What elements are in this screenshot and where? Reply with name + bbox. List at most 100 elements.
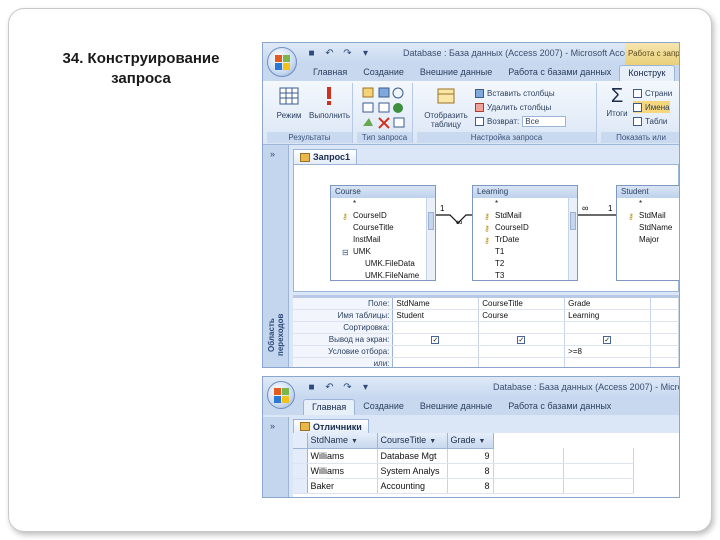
save-icon[interactable]: ■ <box>305 381 318 394</box>
tab-design[interactable]: Конструк <box>619 65 675 81</box>
table-row[interactable]: Williams System Analys 8 <box>293 463 634 479</box>
grid-cell-field[interactable]: StdName <box>392 298 480 310</box>
grid-cell-criteria[interactable] <box>392 345 480 358</box>
page-names-toggle[interactable]: Страни <box>633 87 672 99</box>
grid-cell-or[interactable] <box>392 357 480 367</box>
office-button[interactable] <box>267 47 297 77</box>
column-header[interactable]: StdName ▼ <box>307 433 378 449</box>
expand-nav-icon[interactable]: » <box>270 421 275 431</box>
relation-one-label: 1 <box>440 204 445 213</box>
grid-cell-criteria[interactable]: >=8 <box>564 345 652 358</box>
delete-columns-button[interactable]: Удалить столбцы <box>475 101 551 113</box>
empty-header <box>493 433 563 448</box>
navigation-pane[interactable]: » <box>263 417 289 497</box>
document-tab-query1[interactable]: Запрос1 <box>293 149 357 164</box>
grid-cell-or[interactable] <box>478 357 566 367</box>
show-checkbox[interactable]: ✓ <box>603 336 612 344</box>
grid-cell-field[interactable]: CourseTitle <box>478 298 566 310</box>
insert-columns-button[interactable]: Вставить столбцы <box>475 87 555 99</box>
cell[interactable]: 8 <box>447 463 494 479</box>
window-title: Database : База данных (Access 2007) - M… <box>493 382 680 392</box>
show-checkbox[interactable]: ✓ <box>431 336 440 344</box>
names-toggle[interactable]: Имена <box>633 101 670 113</box>
group-label-query-setup: Настройка запроса <box>417 132 596 143</box>
grid-cell-empty[interactable] <box>650 333 679 346</box>
grid-cell-table[interactable]: Student <box>392 309 480 322</box>
cell[interactable]: 8 <box>447 478 494 494</box>
save-icon[interactable]: ■ <box>305 47 318 60</box>
context-tab-query-tools[interactable]: Работа с запро <box>625 43 679 65</box>
query-design-window: ■ ↶ ↷ ▾ Database : База данных (Access 2… <box>262 42 680 368</box>
column-header[interactable]: Grade ▼ <box>447 433 494 449</box>
grid-row-label: Вывод на экран: <box>293 333 394 346</box>
grid-cell-table[interactable]: Course <box>478 309 566 322</box>
tab-external-data[interactable]: Внешние данные <box>412 399 500 415</box>
cell[interactable]: Baker <box>307 478 378 494</box>
window-title: Database : База данных (Access 2007) - M… <box>403 48 639 58</box>
grid-cell-empty[interactable] <box>650 345 679 358</box>
cell[interactable]: Williams <box>307 463 378 479</box>
tab-home[interactable]: Главная <box>305 65 355 81</box>
cell[interactable]: Accounting <box>377 478 448 494</box>
tab-database-tools[interactable]: Работа с базами данных <box>500 399 619 415</box>
column-header[interactable]: CourseTitle ▼ <box>377 433 448 449</box>
totals-button[interactable]: Σ Итоги <box>603 85 631 118</box>
tab-create[interactable]: Создание <box>355 65 412 81</box>
undo-icon[interactable]: ↶ <box>323 381 336 394</box>
table-row[interactable]: Baker Accounting 8 <box>293 478 634 494</box>
grid-row-label: Условие отбора: <box>293 345 394 358</box>
sort-arrow-icon[interactable]: ▼ <box>429 438 436 445</box>
undo-icon[interactable]: ↶ <box>323 47 336 60</box>
redo-icon[interactable]: ↷ <box>341 381 354 394</box>
page-icon <box>633 88 642 98</box>
grid-cell-sort[interactable] <box>392 321 480 334</box>
office-button[interactable] <box>267 381 295 409</box>
return-dropdown[interactable]: Все <box>522 115 567 127</box>
grid-cell-show: ✓ <box>478 333 566 346</box>
cell[interactable]: System Analys <box>377 463 448 479</box>
show-checkbox[interactable]: ✓ <box>517 336 526 344</box>
customize-qat-icon[interactable]: ▾ <box>359 381 372 394</box>
tab-database-tools[interactable]: Работа с базами данных <box>500 65 619 81</box>
grid-cell-sort[interactable] <box>564 321 652 334</box>
sort-arrow-icon[interactable]: ▼ <box>479 438 486 445</box>
tab-home[interactable]: Главная <box>303 399 356 415</box>
table-row[interactable]: Williams Database Mgt 9 <box>293 448 634 464</box>
expand-nav-icon[interactable]: » <box>270 149 275 159</box>
empty-cell <box>493 463 564 479</box>
sigma-icon: Σ <box>610 85 624 107</box>
grid-cell-field[interactable]: Grade <box>564 298 652 310</box>
view-mode-button[interactable]: Режим <box>271 85 307 120</box>
row-selector[interactable] <box>293 463 308 479</box>
grid-cell-empty[interactable] <box>650 309 679 322</box>
customize-qat-icon[interactable]: ▾ <box>359 47 372 60</box>
select-all-cell[interactable] <box>293 433 308 449</box>
grid-cell-show: ✓ <box>564 333 652 346</box>
show-table-button[interactable]: Отобразить таблицу <box>419 85 473 129</box>
grid-cell-sort[interactable] <box>478 321 566 334</box>
grid-cell-empty[interactable] <box>650 357 679 367</box>
navigation-pane[interactable]: » Область переходов <box>263 145 289 367</box>
row-selector[interactable] <box>293 448 308 464</box>
title-bar: ■ ↶ ↷ ▾ Database : База данных (Access 2… <box>263 377 679 399</box>
grid-cell-empty[interactable] <box>650 298 679 310</box>
relation-many-label: ∞ <box>582 203 588 213</box>
grid-cell-empty[interactable] <box>650 321 679 334</box>
run-button[interactable]: Выполнить <box>309 85 350 120</box>
row-selector[interactable] <box>293 478 308 494</box>
cell[interactable]: Database Mgt <box>377 448 448 464</box>
document-area: » Область переходов Запрос1 Course * ⚷ Co… <box>263 145 679 367</box>
sort-arrow-icon[interactable]: ▼ <box>351 438 358 445</box>
cell[interactable]: 9 <box>447 448 494 464</box>
grid-cell-criteria[interactable] <box>478 345 566 358</box>
document-tab-honors[interactable]: Отличники <box>293 419 369 433</box>
grid-cell-or[interactable] <box>564 357 652 367</box>
cell[interactable]: Williams <box>307 448 378 464</box>
tab-create[interactable]: Создание <box>355 399 412 415</box>
table-names-toggle[interactable]: Табли <box>633 115 667 127</box>
empty-cell <box>493 478 564 494</box>
tab-external-data[interactable]: Внешние данные <box>412 65 500 81</box>
redo-icon[interactable]: ↷ <box>341 47 354 60</box>
query-type-icons <box>362 87 405 129</box>
grid-cell-table[interactable]: Learning <box>564 309 652 322</box>
